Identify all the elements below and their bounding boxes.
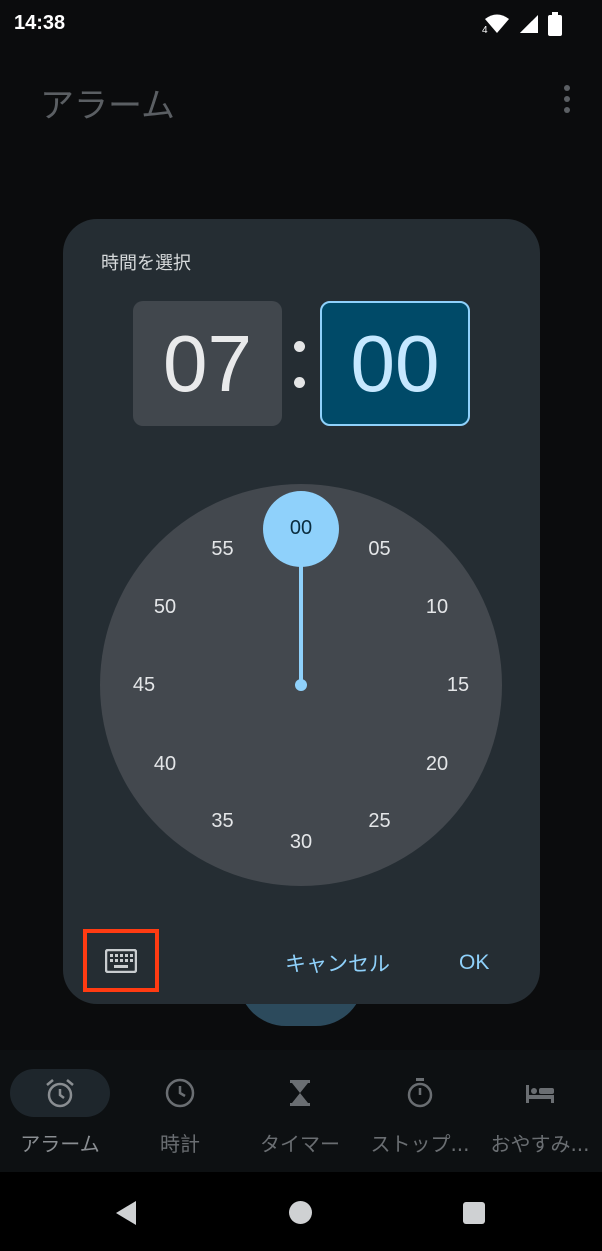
nav-label-timer: タイマー [260,1132,340,1156]
dial-number-40[interactable]: 40 [143,749,187,779]
clock-dial[interactable]: 00 05 10 15 20 25 30 35 40 45 50 55 [100,484,502,886]
status-time: 14:38 [14,12,66,34]
nav-item-clock[interactable]: 時計 [120,1050,240,1172]
status-icons: 4 [482,10,562,38]
nav-item-bedtime[interactable]: おやすみ... [480,1050,600,1172]
battery-icon [548,12,562,36]
bottom-navigation: アラーム 時計 タイマー ストップ... おやすみ... [0,1050,602,1172]
signal-icon [518,13,540,35]
nav-label-alarm: アラーム [20,1132,100,1156]
clock-hand [299,564,303,685]
alarm-clock-icon [44,1077,76,1109]
nav-label-clock: 時計 [160,1132,200,1156]
status-bar: 14:38 4 [0,0,602,48]
dial-number-35[interactable]: 35 [201,806,245,836]
screen: 14:38 4 アラーム 時間を選択 07 00 00 05 10 15 20 … [0,0,602,1251]
dialog-title: 時間を選択 [101,253,191,274]
home-icon[interactable] [289,1201,312,1224]
dial-number-20[interactable]: 20 [415,749,459,779]
cancel-button[interactable]: キャンセル [285,947,390,979]
hourglass-icon [284,1077,316,1109]
clock-icon [164,1077,196,1109]
nav-label-bedtime: おやすみ... [490,1132,590,1156]
dial-number-30[interactable]: 30 [279,827,323,857]
dial-number-05[interactable]: 05 [358,534,402,564]
hour-field[interactable]: 07 [133,301,282,426]
dial-number-55[interactable]: 55 [201,534,245,564]
bed-icon [524,1077,556,1109]
nav-item-timer[interactable]: タイマー [240,1050,360,1172]
time-separator [285,319,315,409]
time-picker-dialog: 時間を選択 07 00 00 05 10 15 20 25 30 35 40 45 50 55 [63,219,540,1004]
clock-center-dot [295,679,307,691]
ok-button[interactable]: OK [459,947,489,979]
network-badge: 4 [482,25,488,36]
dial-number-45[interactable]: 45 [122,670,166,700]
dial-number-00[interactable]: 00 [279,513,323,543]
system-navigation-bar [0,1172,602,1251]
stopwatch-icon [404,1077,436,1109]
nav-item-alarm[interactable]: アラーム [0,1050,120,1172]
back-icon[interactable] [114,1200,138,1230]
dial-number-25[interactable]: 25 [358,806,402,836]
minute-field[interactable]: 00 [320,301,470,426]
recents-icon[interactable] [463,1202,485,1224]
wifi-icon: 4 [482,13,510,36]
nav-label-stopwatch: ストップ... [370,1132,470,1156]
dial-number-50[interactable]: 50 [143,592,187,622]
dial-number-10[interactable]: 10 [415,592,459,622]
more-vert-icon[interactable] [556,82,578,116]
keyboard-icon [104,948,138,973]
keyboard-toggle-button[interactable] [83,929,159,992]
nav-item-stopwatch[interactable]: ストップ... [360,1050,480,1172]
app-title: アラーム [40,86,175,126]
dial-number-15[interactable]: 15 [436,670,480,700]
